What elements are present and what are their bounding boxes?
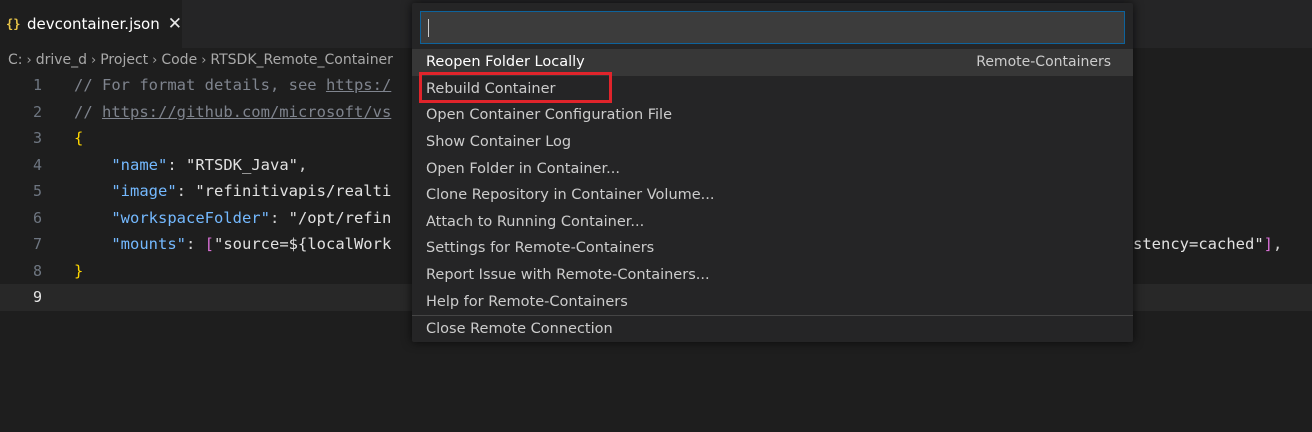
command-item-clone-repository[interactable]: Clone Repository in Container Volume... [412, 182, 1133, 209]
line-number: 8 [32, 261, 42, 280]
command-item-open-container-config[interactable]: Open Container Configuration File [412, 102, 1133, 129]
json-colon: : [176, 182, 196, 201]
command-label: Reopen Folder Locally [426, 54, 585, 71]
command-item-attach-running-container[interactable]: Attach to Running Container... [412, 209, 1133, 236]
line-number: 7 [32, 235, 42, 254]
tab-devcontainer-json[interactable]: {} devcontainer.json ✕ [0, 0, 182, 48]
command-label: Close Remote Connection [426, 320, 613, 337]
breadcrumb-item-code[interactable]: Code [161, 52, 197, 68]
command-label: Settings for Remote-Containers [426, 240, 655, 257]
line-number: 6 [32, 208, 42, 227]
close-icon[interactable]: ✕ [168, 14, 182, 34]
command-label: Open Folder in Container... [426, 160, 620, 177]
command-item-close-remote-connection[interactable]: Close Remote Connection [412, 314, 1133, 342]
command-palette: Reopen Folder Locally Remote-Containers … [412, 3, 1133, 342]
command-label: Open Container Configuration File [426, 107, 673, 124]
command-item-rebuild-container[interactable]: Rebuild Container [412, 76, 1133, 103]
line-number: 5 [32, 182, 42, 201]
text-cursor [428, 19, 429, 37]
json-key: "image" [111, 182, 177, 201]
command-palette-input[interactable] [420, 11, 1125, 44]
command-label: Clone Repository in Container Volume... [426, 187, 715, 204]
code-comment: // For format details, see [74, 76, 326, 95]
json-bracket: ] [1263, 235, 1273, 254]
code-link[interactable]: https:/ [326, 76, 391, 94]
command-item-help[interactable]: Help for Remote-Containers [412, 288, 1133, 315]
json-value: "RTSDK_Java" [186, 155, 298, 174]
command-item-open-folder-in-container[interactable]: Open Folder in Container... [412, 155, 1133, 182]
code-brace: } [74, 261, 84, 280]
json-value: "/opt/refin [288, 208, 392, 227]
line-number: 3 [32, 129, 42, 148]
chevron-right-icon: › [91, 52, 97, 68]
command-palette-list: Reopen Folder Locally Remote-Containers … [412, 49, 1133, 342]
json-bracket: [ [204, 235, 214, 254]
command-label: Report Issue with Remote-Containers... [426, 267, 710, 284]
line-number: 2 [32, 102, 42, 121]
json-value: stency=cached" [1133, 235, 1264, 254]
json-key: "workspaceFolder" [111, 208, 270, 227]
json-value: "refinitivapis/realti [195, 182, 392, 201]
chevron-right-icon: › [152, 52, 158, 68]
json-colon: : [167, 155, 186, 174]
command-label: Rebuild Container [426, 80, 556, 97]
command-label: Help for Remote-Containers [426, 293, 628, 310]
json-key: "mounts" [111, 235, 186, 254]
command-label: Show Container Log [426, 134, 572, 151]
command-item-reopen-folder-locally[interactable]: Reopen Folder Locally Remote-Containers [412, 49, 1133, 76]
json-colon: : [185, 235, 205, 254]
command-item-settings[interactable]: Settings for Remote-Containers [412, 235, 1133, 262]
code-brace: { [74, 129, 84, 148]
command-label: Attach to Running Container... [426, 213, 645, 230]
json-file-icon: {} [6, 17, 21, 31]
json-comma: , [1273, 235, 1283, 254]
command-item-show-container-log[interactable]: Show Container Log [412, 129, 1133, 156]
line-number: 4 [32, 155, 42, 174]
chevron-right-icon: › [201, 52, 207, 68]
tab-title: devcontainer.json [26, 15, 160, 33]
command-category: Remote-Containers [976, 54, 1111, 71]
breadcrumb: C: › drive_d › Project › Code › RTSDK_Re… [8, 50, 393, 70]
line-number: 1 [32, 76, 42, 95]
code-link[interactable]: https://github.com/microsoft/vs [102, 103, 391, 121]
json-value: "source=${localWork [214, 235, 392, 254]
json-colon: : [269, 208, 289, 227]
line-number: 9 [32, 288, 42, 307]
json-comma: , [297, 155, 308, 174]
command-item-report-issue[interactable]: Report Issue with Remote-Containers... [412, 262, 1133, 289]
json-key: "name" [111, 155, 168, 174]
breadcrumb-item-project[interactable]: Project [100, 52, 148, 68]
breadcrumb-item-drive[interactable]: C: [8, 52, 23, 68]
chevron-right-icon: › [26, 52, 32, 68]
code-comment: // [74, 102, 102, 121]
breadcrumb-item-drive-d[interactable]: drive_d [36, 52, 87, 68]
breadcrumb-item-folder[interactable]: RTSDK_Remote_Container [210, 52, 393, 68]
